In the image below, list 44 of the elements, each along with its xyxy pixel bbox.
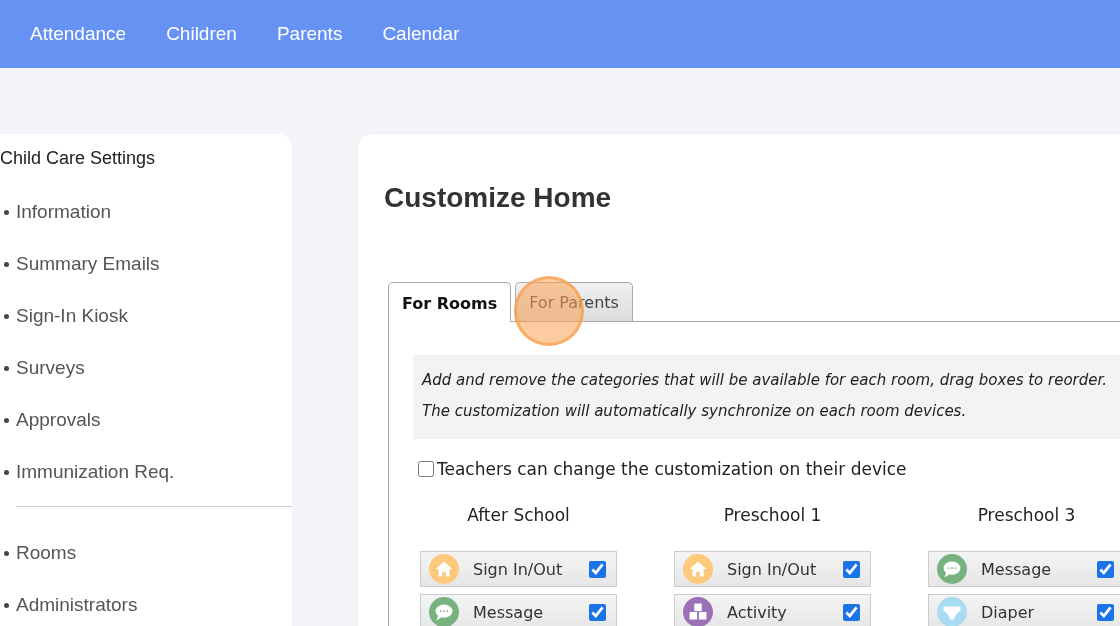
info-text: Add and remove the categories that will be available for each room, drag boxes to reorder. [422,370,1109,391]
sidebar-link[interactable]: Sign-In Kiosk [16,305,128,327]
category-tile[interactable]: Activity [674,594,871,626]
bullet-icon [4,261,9,267]
checkbox[interactable] [1097,560,1114,578]
home-icon [683,554,713,584]
bullet-icon [4,313,9,319]
category-tile[interactable]: Message [928,551,1120,587]
checkbox[interactable] [1097,603,1114,621]
page-title: Customize Home [384,182,613,214]
sidebar-link[interactable]: Approvals [16,409,101,431]
checkbox[interactable] [589,560,606,578]
category-tile[interactable]: Sign In/Out [674,551,871,587]
checkbox[interactable] [418,461,434,477]
sidebar-link[interactable]: Rooms [16,542,77,564]
sidebar-link[interactable]: Immunization Req. [16,461,175,483]
home-icon [429,554,459,584]
bullet-icon [4,365,9,371]
sidebar-link[interactable]: Information [16,201,112,223]
bullet-icon [4,209,9,215]
diaper-icon [937,597,967,626]
bullet-icon [4,469,9,475]
checkbox[interactable] [843,560,860,578]
category-tile[interactable]: Sign In/Out [420,551,617,587]
room-name: Preschool 3 [976,505,1077,525]
bullet-icon [4,417,9,423]
checkbox[interactable] [843,603,860,621]
message-icon [937,554,967,584]
sidebar-link[interactable]: Administrators [16,594,138,616]
bullet-icon [4,550,9,556]
message-icon [429,597,459,626]
room-name: Preschool 1 [722,505,823,525]
checkbox[interactable] [589,603,606,621]
sidebar-link[interactable]: Surveys [16,357,85,379]
category-tile[interactable]: Message [420,594,617,626]
sidebar-title: Child Care Settings [0,148,157,170]
checkbox-label: Teachers can change the customization on their device [437,459,907,479]
category-tile[interactable]: Diaper [928,594,1120,626]
activity-icon [683,597,713,626]
info-text: The customization will automatically synchronize on each room devices. [422,401,968,422]
tab[interactable]: For Rooms [388,282,512,322]
room-name: After School [466,505,571,525]
bullet-icon [4,602,9,608]
sidebar-link[interactable]: Summary Emails [16,253,160,275]
